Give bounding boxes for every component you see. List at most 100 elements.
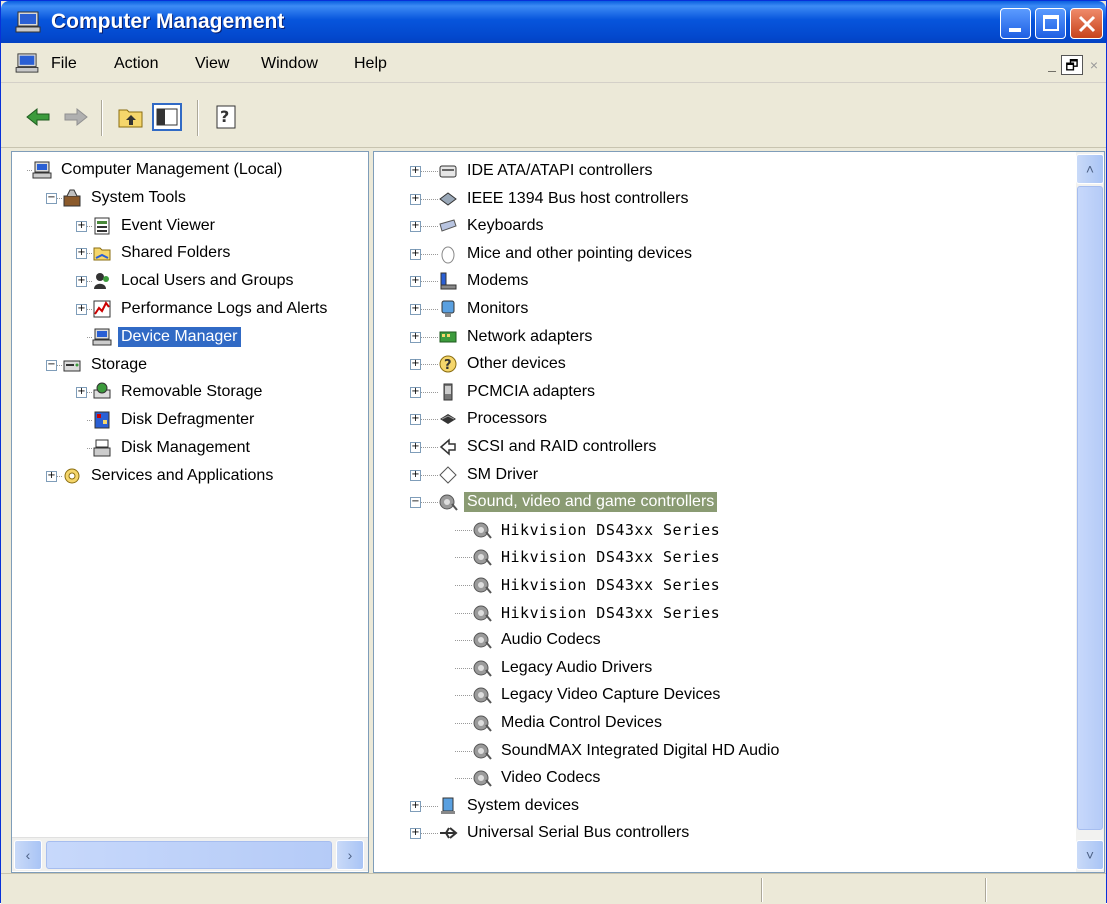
ieee1394-icon [439,191,457,206]
collapse-icon[interactable]: − [410,497,421,509]
tree-item[interactable]: PCMCIA adapters [438,379,598,405]
tree-item[interactable]: Disk Management [92,435,253,461]
tree-item[interactable]: Hikvision DS43xx Series [472,600,723,626]
tree-item[interactable]: Performance Logs and Alerts [92,296,330,322]
tree-item[interactable]: IEEE 1394 Bus host controllers [438,186,691,212]
collapse-icon[interactable]: − [46,359,57,371]
tree-item[interactable]: Keyboards [438,213,547,239]
tree-item[interactable]: Device Manager [92,324,241,350]
expand-icon[interactable]: + [410,386,421,398]
expand-icon[interactable]: + [76,304,87,315]
scroll-down-button[interactable]: ˅ [1076,840,1104,870]
tree-item[interactable]: Services and Applications [62,463,276,489]
tree-item[interactable]: Computer Management (Local) [32,157,285,183]
menu-action[interactable]: Action [114,55,158,73]
expand-icon[interactable]: + [76,276,87,288]
menu-view[interactable]: View [195,55,229,73]
tree-item-label: Legacy Audio Drivers [501,658,653,676]
tree-item[interactable]: Universal Serial Bus controllers [438,820,692,846]
menu-window[interactable]: Window [261,55,318,73]
sound-icon [473,522,492,539]
minimize-button[interactable] [1000,8,1031,39]
tree-item-label: Audio Codecs [501,631,601,649]
tree-item[interactable]: Disk Defragmenter [92,407,257,433]
collapse-icon[interactable]: − [46,192,57,204]
tree-item[interactable]: Modems [438,268,531,294]
console-tree-pane[interactable]: Computer Management (Local) System Tools −… [11,151,369,873]
tree-item[interactable]: Hikvision DS43xx Series [472,517,723,543]
menu-file[interactable]: File [51,55,77,73]
tree-item[interactable]: ? Other devices [438,351,569,377]
expand-icon[interactable]: + [76,220,87,232]
tree-item-label: Computer Management (Local) [61,161,283,178]
expand-icon[interactable]: + [410,221,421,233]
tree-item[interactable]: SM Driver [438,462,541,488]
expand-icon[interactable]: + [76,387,87,399]
tree-item[interactable]: Media Control Devices [472,710,665,736]
sound-icon [473,605,492,622]
expand-icon[interactable]: + [76,248,87,260]
tree-item[interactable]: SCSI and RAID controllers [438,434,659,460]
tree-item[interactable]: Video Codecs [472,765,603,791]
menu-help[interactable]: Help [354,55,387,73]
expand-icon[interactable]: + [410,828,421,840]
tree-item[interactable]: Legacy Audio Drivers [472,655,655,681]
expand-icon[interactable]: + [410,166,421,177]
tree-item[interactable]: Network adapters [438,324,595,350]
tree-item[interactable]: System Tools [62,185,189,211]
vertical-scrollbar[interactable]: ˄ ˅ [1076,152,1104,872]
tree-item[interactable]: System devices [438,793,582,819]
expand-icon[interactable]: + [410,414,421,426]
expand-icon[interactable]: + [410,469,421,481]
tree-item[interactable]: Processors [438,406,550,432]
close-button[interactable] [1070,8,1103,39]
tree-item[interactable]: Sound, video and game controllers [438,489,718,515]
tree-connector [57,197,62,199]
help-icon[interactable]: ? [211,102,243,132]
tree-connector [455,723,472,724]
expand-icon[interactable]: + [410,800,421,812]
computer-icon[interactable] [15,53,39,73]
tree-item[interactable]: Monitors [438,296,531,322]
vertical-scroll-thumb[interactable] [1077,186,1103,830]
tree-item[interactable]: Mice and other pointing devices [438,241,695,267]
tree-item[interactable]: Event Viewer [92,213,218,239]
scroll-left-button[interactable]: ‹ [14,840,42,870]
window-title: Computer Management [51,10,285,33]
horizontal-scrollbar[interactable]: ‹ › [12,837,368,871]
forward-arrow-icon[interactable] [59,102,91,132]
mdi-close-button[interactable]: × [1083,55,1105,75]
scroll-right-button[interactable]: › [336,840,364,870]
show-hide-console-tree-icon[interactable] [151,102,183,132]
scroll-up-button[interactable]: ˄ [1076,154,1104,184]
tree-item[interactable]: Local Users and Groups [92,268,297,294]
title-bar[interactable]: Computer Management [1,1,1106,43]
tree-item[interactable]: Storage [62,352,150,378]
tree-item[interactable]: IDE ATA/ATAPI controllers [438,158,656,184]
tree-connector [421,171,438,172]
horizontal-scroll-thumb[interactable] [46,841,332,869]
tree-item[interactable]: Hikvision DS43xx Series [472,572,723,598]
tree-item[interactable]: Audio Codecs [472,627,604,653]
maximize-button[interactable] [1035,8,1066,39]
tree-item[interactable]: SoundMAX Integrated Digital HD Audio [472,738,782,764]
tree-item[interactable]: Shared Folders [92,240,233,266]
sound-icon [473,577,492,594]
expand-icon[interactable]: + [46,470,57,482]
expand-icon[interactable]: + [410,248,421,260]
tree-item[interactable]: Hikvision DS43xx Series [472,544,723,570]
shared-folder-icon [93,247,111,261]
tree-item[interactable]: Legacy Video Capture Devices [472,682,723,708]
expand-icon[interactable]: + [410,359,421,371]
back-arrow-icon[interactable] [23,102,55,132]
tree-item[interactable]: Removable Storage [92,379,265,405]
mdi-minimize-button[interactable]: _ [1041,55,1063,75]
expand-icon[interactable]: + [410,193,421,205]
expand-icon[interactable]: + [410,331,421,343]
expand-icon[interactable]: + [410,442,421,453]
device-tree-pane[interactable]: IDE ATA/ATAPI controllers + IEEE 1394 Bus … [373,151,1105,873]
mdi-restore-button[interactable]: 🗗 [1061,55,1083,75]
up-one-level-icon[interactable] [115,102,147,132]
expand-icon[interactable]: + [410,276,421,288]
expand-icon[interactable]: + [410,304,421,315]
